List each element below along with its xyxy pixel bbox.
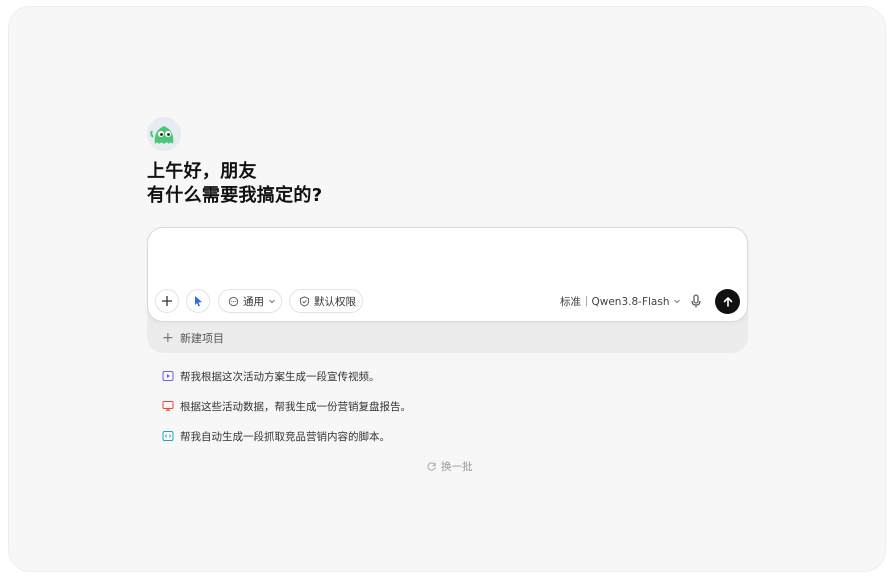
refresh-label: 换一批 — [441, 460, 473, 473]
plus-icon — [162, 296, 172, 306]
mode-label: 通用 — [243, 295, 264, 308]
chat-bubble-icon — [228, 296, 239, 306]
code-icon — [162, 431, 174, 441]
mode-select[interactable]: 通用 — [218, 289, 282, 313]
model-label: 标准｜Qwen3.8-Flash — [560, 295, 670, 308]
prompt-input[interactable] — [162, 238, 732, 282]
refresh-icon — [427, 461, 436, 471]
cursor-icon — [195, 296, 202, 307]
refresh-suggestions-button[interactable]: 换一批 — [426, 458, 473, 474]
plus-icon: + — [162, 330, 174, 346]
chevron-down-icon — [269, 299, 275, 304]
model-select[interactable]: 标准｜Qwen3.8-Flash — [560, 292, 681, 310]
new-project-button[interactable]: + 新建项目 — [162, 329, 224, 347]
add-attachment-button[interactable] — [155, 289, 179, 313]
arrow-up-icon — [723, 296, 732, 307]
permission-button[interactable]: 默认权限 — [289, 289, 363, 313]
new-project-label: 新建项目 — [180, 332, 224, 345]
video-icon — [162, 371, 174, 381]
chevron-down-icon — [674, 299, 681, 304]
greeting-line-2: 有什么需要我搞定的? — [147, 185, 323, 206]
send-button[interactable] — [715, 289, 740, 314]
mic-icon — [691, 294, 701, 308]
cursor-tool-button[interactable] — [186, 289, 210, 313]
mic-button[interactable] — [689, 292, 703, 310]
greeting: 上午好，朋友 有什么需要我搞定的? — [147, 160, 322, 208]
permission-label: 默认权限 — [314, 295, 356, 308]
assistant-avatar — [147, 117, 181, 151]
shield-check-icon — [299, 295, 310, 307]
suggestion-text: 根据这些活动数据，帮我生成一份营销复盘报告。 — [180, 400, 411, 413]
suggestion-text: 帮我根据这次活动方案生成一段宣传视频。 — [180, 370, 380, 383]
suggestion-item[interactable]: 根据这些活动数据，帮我生成一份营销复盘报告。 — [162, 398, 411, 414]
suggestion-item[interactable]: 帮我根据这次活动方案生成一段宣传视频。 — [162, 368, 380, 384]
presentation-icon — [162, 401, 174, 412]
greeting-line-1: 上午好，朋友 — [147, 161, 257, 182]
suggestion-text: 帮我自动生成一段抓取竞品营销内容的脚本。 — [180, 430, 390, 443]
suggestion-item[interactable]: 帮我自动生成一段抓取竞品营销内容的脚本。 — [162, 428, 390, 444]
